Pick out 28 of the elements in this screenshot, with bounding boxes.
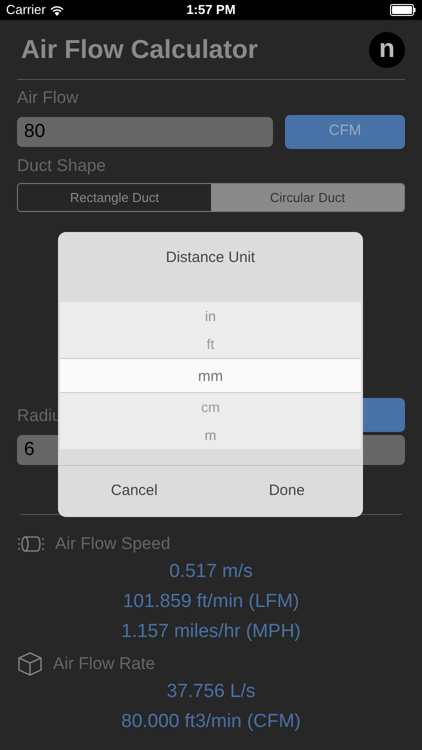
dialog-button[interactable]: Done (210, 466, 363, 517)
cylinder-icon (17, 534, 45, 554)
dialog-button[interactable]: Cancel (58, 466, 210, 517)
field-label: Air Flow (17, 87, 80, 109)
battery-icon (390, 4, 416, 16)
segment[interactable]: Circular Duct (211, 184, 404, 211)
clock: 1:57 PM (186, 1, 236, 20)
picker-option[interactable]: m (60, 420, 361, 448)
picker-option[interactable]: mm (60, 358, 361, 392)
app-title: Air Flow Calculator (20, 33, 258, 66)
result-value: 80.000 ft3/min (CFM) (120, 710, 302, 734)
result-value: 1.157 miles/hr (MPH) (120, 620, 302, 644)
dialog-title: Distance Unit (164, 248, 256, 268)
picker-option[interactable]: ft (60, 330, 361, 358)
field-label: Duct Shape (17, 154, 107, 176)
wifi-icon (50, 4, 64, 16)
carrier-label: Carrier (6, 1, 46, 20)
result-label: Air Flow Speed (55, 533, 170, 556)
result-value: 37.756 L/s (166, 680, 256, 704)
result-value: 101.859 ft/min (LFM) (122, 590, 300, 614)
unit-button[interactable]: CFM (285, 114, 405, 148)
result-value: 0.517 m/s (168, 560, 254, 584)
picker-option[interactable]: cm (60, 392, 361, 420)
cube-icon (17, 651, 43, 677)
picker-option[interactable]: in (60, 302, 361, 330)
air-flow-input[interactable]: 80 (17, 116, 273, 146)
result-label: Air Flow Rate (53, 653, 156, 676)
logo-badge[interactable]: n (369, 32, 405, 68)
